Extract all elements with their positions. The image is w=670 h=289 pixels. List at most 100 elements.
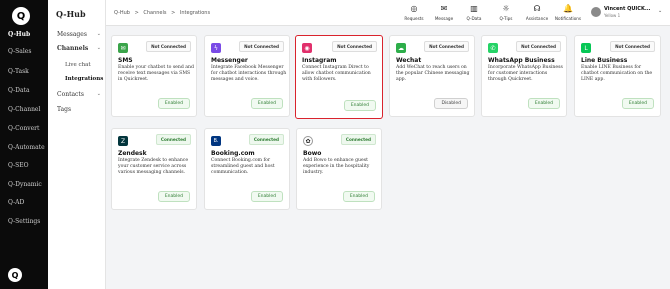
requests-icon: ◎ (410, 4, 418, 13)
integration-card-instagram: ◉ Not Connected Instagram Connect Instag… (295, 35, 383, 119)
top-header: Q-Hub > Channels > Integrations ◎ Reques… (106, 0, 670, 26)
card-description: Add Bowo to enhance guest experience in … (303, 158, 370, 175)
zendesk-icon: Z (118, 136, 128, 146)
breadcrumb-separator: > (134, 10, 139, 16)
app: Q Q-Hub Q-Sales Q-Task Q-Data Q-Channel … (0, 0, 670, 289)
enable-toggle-button[interactable]: Enabled (157, 98, 190, 109)
help-logo-button[interactable]: Q (8, 268, 22, 282)
enable-toggle-button[interactable]: Enabled (343, 100, 376, 111)
rail-item-q-sales[interactable]: Q-Sales (8, 48, 31, 55)
status-badge: Not Connected (239, 41, 284, 52)
app-logo[interactable]: Q (12, 7, 30, 25)
enable-toggle-button[interactable]: Enabled (250, 98, 283, 109)
nav-item-contacts[interactable]: Contacts (57, 91, 84, 98)
avatar (591, 7, 601, 17)
nav-item-integrations[interactable]: Integrations (65, 76, 103, 82)
card-title: Wechat (396, 57, 422, 64)
assistance-label: Assistance (525, 16, 549, 21)
line-icon: L (581, 43, 591, 53)
card-title: Instagram (302, 57, 337, 64)
card-description: Incorporate WhatsApp Business for custom… (488, 65, 563, 82)
breadcrumb-integrations: Integrations (179, 10, 211, 16)
rail-item-q-data[interactable]: Q-Data (8, 87, 30, 94)
integration-card-messenger: ϟ Not Connected Messenger Integrate Face… (204, 35, 290, 117)
card-title: Zendesk (118, 150, 147, 157)
rail-item-q-seo[interactable]: Q-SEO (8, 162, 29, 169)
chevron-down-icon[interactable]: ⌄ (97, 91, 101, 97)
integration-card-sms: ✉ Not Connected SMS Enable your chatbot … (111, 35, 197, 117)
bell-icon: 🔔 (563, 4, 573, 13)
card-title: Line Business (581, 57, 628, 64)
booking-icon: B. (211, 136, 221, 146)
card-description: Add WeChat to reach users on the popular… (396, 65, 470, 82)
enable-toggle-button[interactable]: Enabled (527, 98, 560, 109)
rail-item-q-settings[interactable]: Q-Settings (8, 218, 40, 225)
integration-card-booking: B. Connected Booking.com Connect Booking… (204, 128, 290, 210)
card-description: Enable LINE Business for chatbot communi… (581, 65, 653, 82)
assistance-button[interactable]: ☊ Assistance (523, 4, 551, 21)
integration-card-whatsapp: ✆ Not Connected WhatsApp Business Incorp… (481, 35, 567, 117)
rail-item-q-convert[interactable]: Q-Convert (8, 125, 39, 132)
instagram-icon: ◉ (302, 43, 312, 53)
card-title: Booking.com (211, 150, 255, 157)
whatsapp-icon: ✆ (488, 43, 498, 53)
q-data-button[interactable]: ▥ Q-Data (460, 4, 488, 21)
chevron-down-icon[interactable]: ⌄ (658, 8, 662, 14)
rail-item-q-task[interactable]: Q-Task (8, 68, 29, 75)
notifications-label: Notifications (554, 16, 582, 21)
nav-item-messages[interactable]: Messages (57, 31, 87, 38)
user-subtitle: Yellow 1 (604, 13, 621, 18)
requests-button[interactable]: ◎ Requests (400, 4, 428, 21)
secondary-nav: Q-Hub Messages ⌄ Channels ⌄ Live chat In… (48, 0, 106, 289)
message-icon: ✉ (440, 4, 448, 13)
breadcrumb-channels[interactable]: Channels (143, 10, 166, 16)
q-tips-label: Q-Tips (499, 16, 513, 21)
integration-card-line: L Not Connected Line Business Enable LIN… (574, 35, 661, 117)
enable-toggle-button[interactable]: Disabled (434, 98, 468, 109)
status-badge: Not Connected (610, 41, 655, 52)
nav-item-channels[interactable]: Channels (57, 45, 88, 52)
integration-card-zendesk: Z Connected Zendesk Integrate Zendesk to… (111, 128, 197, 210)
enable-toggle-button[interactable]: Enabled (342, 191, 375, 202)
rail-item-q-dynamic[interactable]: Q-Dynamic (8, 181, 42, 188)
status-badge: Connected (155, 134, 191, 145)
requests-label: Requests (404, 16, 424, 21)
rail-item-q-automate[interactable]: Q-Automate (8, 144, 45, 151)
sms-icon: ✉ (118, 43, 128, 53)
user-name: Vincent QUICK... (604, 6, 651, 12)
message-button[interactable]: ✉ Message (430, 4, 458, 21)
integration-card-wechat: ☁ Not Connected Wechat Add WeChat to rea… (389, 35, 475, 117)
card-title: WhatsApp Business (488, 57, 555, 64)
user-menu[interactable]: Vincent QUICK... Yellow 1 ⌄ (591, 5, 667, 21)
breadcrumb-separator: > (171, 10, 176, 16)
status-badge: Not Connected (516, 41, 561, 52)
nav-title: Q-Hub (56, 9, 86, 19)
chevron-down-icon[interactable]: ⌄ (97, 31, 101, 37)
rail-item-q-hub[interactable]: Q-Hub (8, 31, 30, 38)
notifications-button[interactable]: 🔔 Notifications (554, 4, 582, 21)
card-title: Messenger (211, 57, 248, 64)
message-label: Message (434, 16, 454, 21)
status-badge: Not Connected (146, 41, 191, 52)
enable-toggle-button[interactable]: Enabled (157, 191, 190, 202)
q-data-icon: ▥ (470, 4, 478, 13)
nav-item-live-chat[interactable]: Live chat (65, 62, 91, 68)
breadcrumb-q-hub[interactable]: Q-Hub (114, 10, 130, 16)
status-badge: Connected (248, 134, 284, 145)
nav-item-tags[interactable]: Tags (57, 106, 71, 113)
rail-item-q-channel[interactable]: Q-Channel (8, 106, 40, 113)
enable-toggle-button[interactable]: Enabled (621, 98, 654, 109)
status-badge: Connected (340, 134, 376, 145)
status-badge: Not Connected (424, 41, 469, 52)
status-badge: Not Connected (332, 41, 377, 52)
card-description: Integrate Zendesk to enhance your custom… (118, 158, 189, 175)
headset-icon: ☊ (533, 4, 541, 13)
main-sidebar: Q Q-Hub Q-Sales Q-Task Q-Data Q-Channel … (0, 0, 48, 289)
breadcrumb: Q-Hub > Channels > Integrations (114, 10, 213, 16)
rail-item-q-ad[interactable]: Q-AD (8, 199, 24, 206)
chevron-up-icon[interactable]: ⌄ (97, 45, 101, 51)
q-tips-button[interactable]: ☼ Q-Tips (492, 4, 520, 21)
card-description: Enable your chatbot to send and receive … (118, 65, 194, 82)
bowo-icon: ✿ (303, 136, 313, 146)
enable-toggle-button[interactable]: Enabled (250, 191, 283, 202)
